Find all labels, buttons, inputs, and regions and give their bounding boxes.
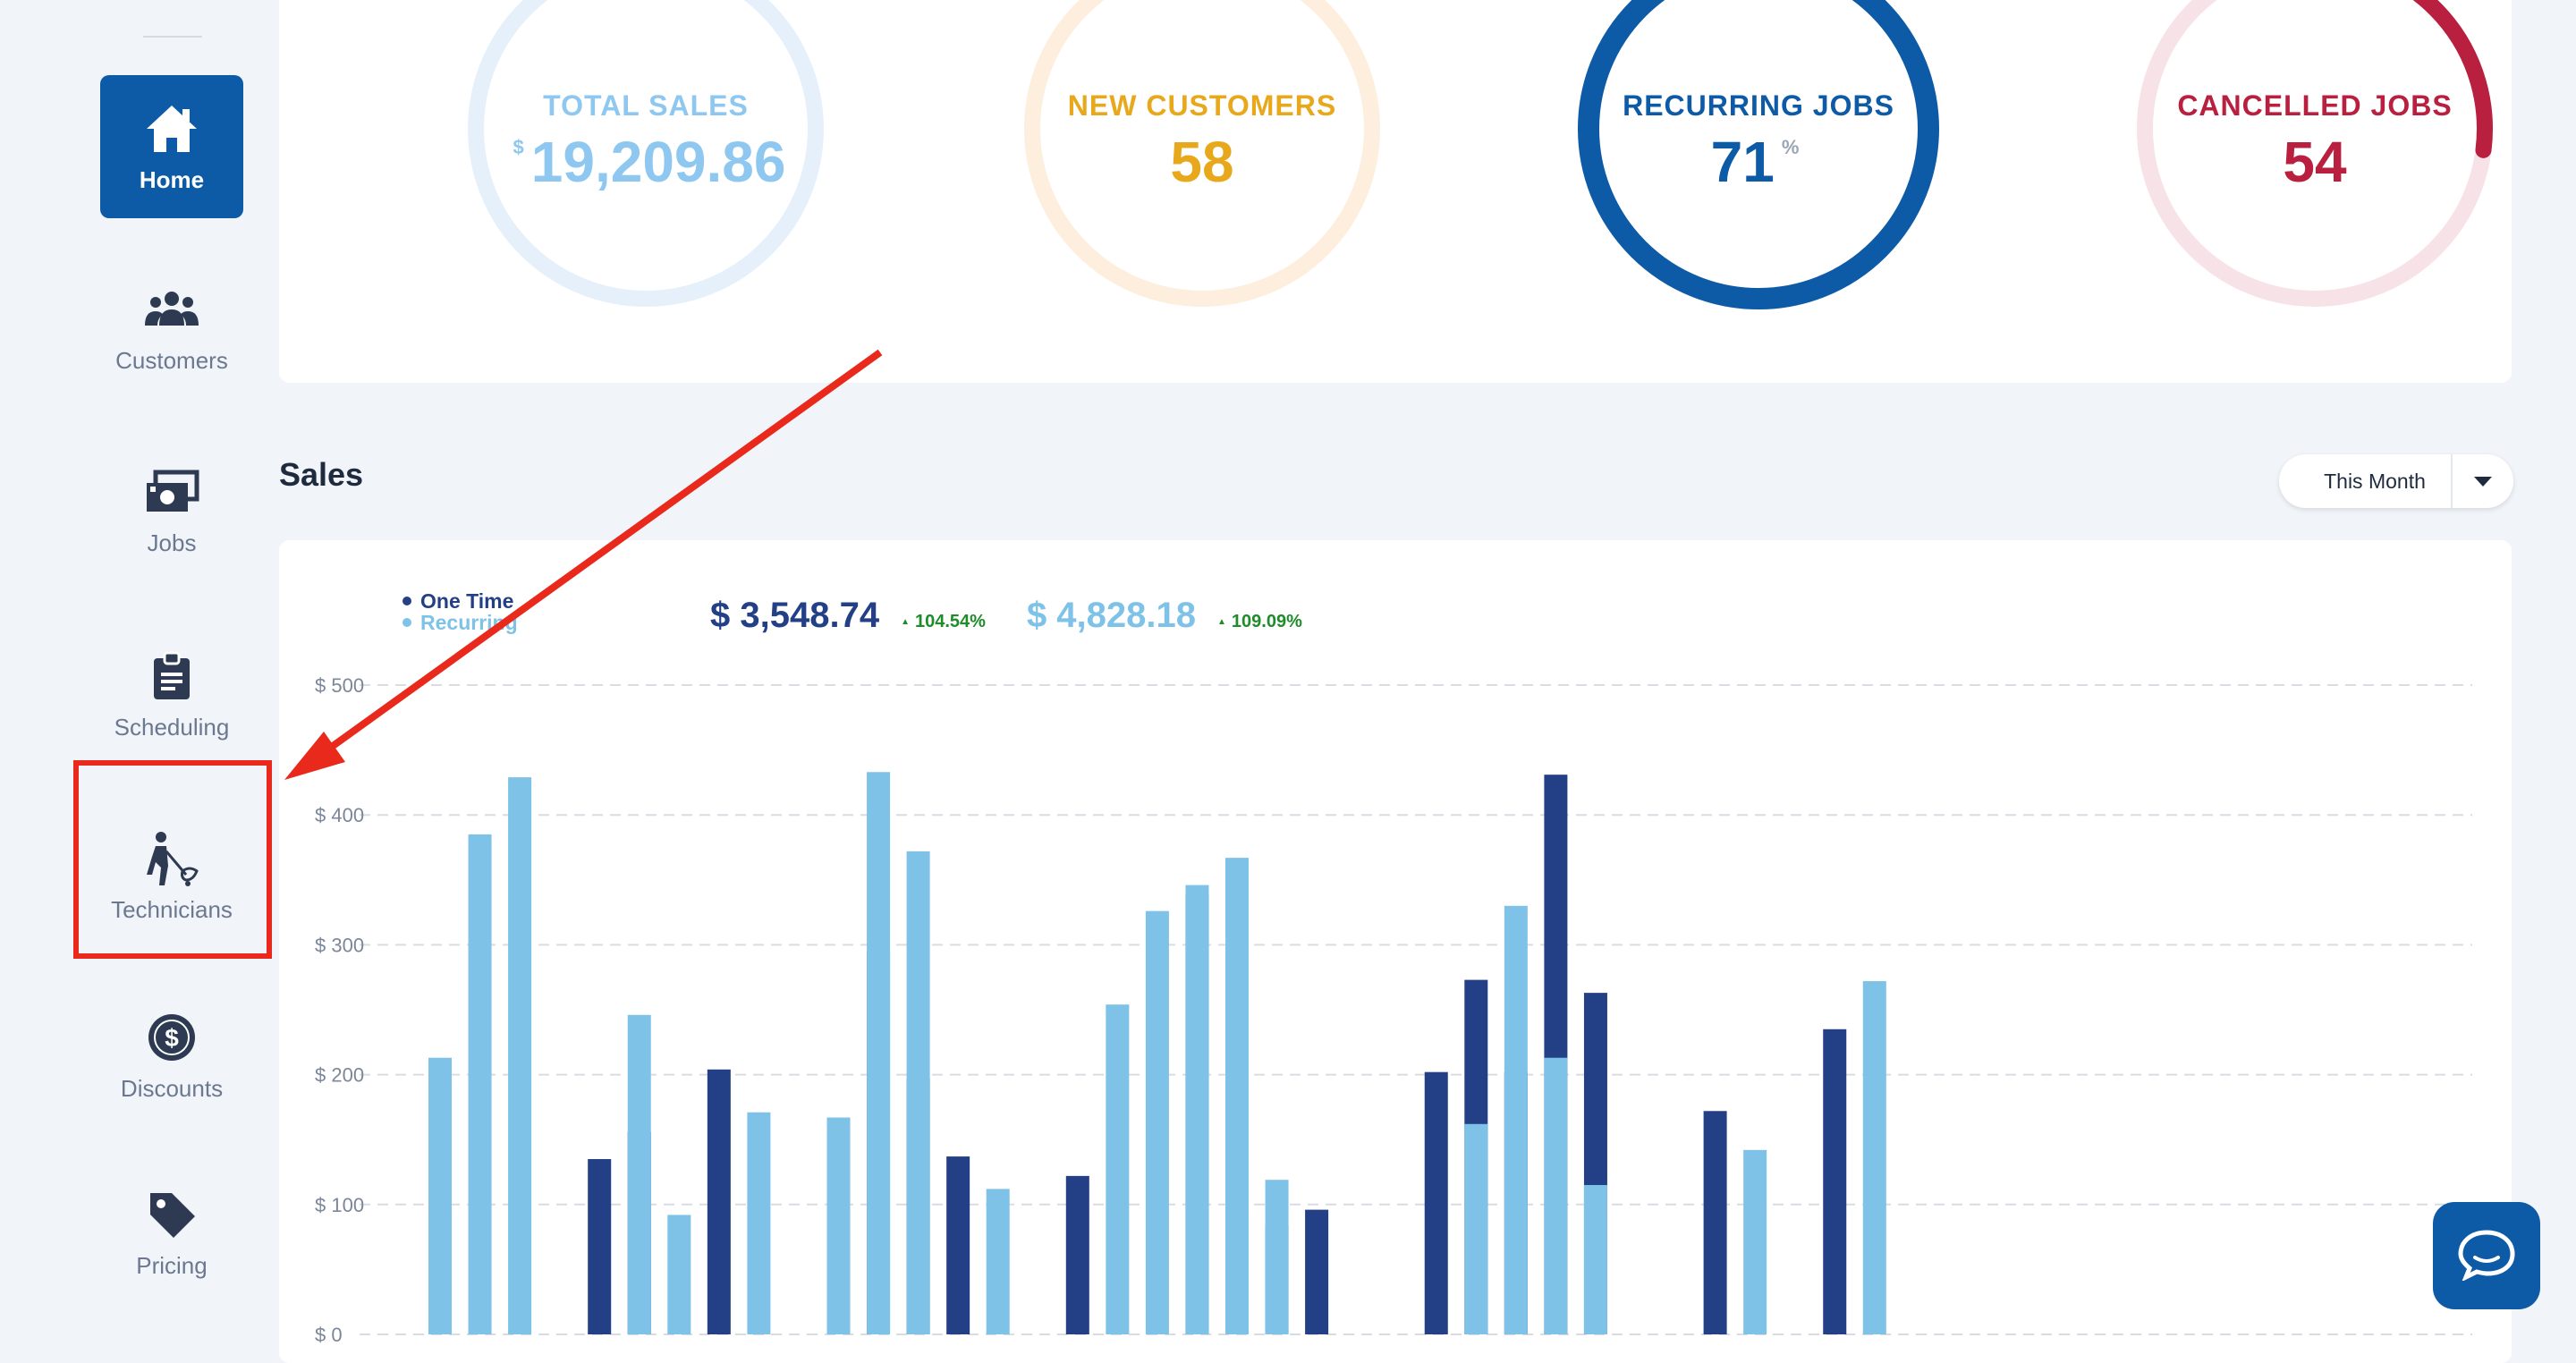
sidebar-item-customers[interactable]: Customers — [100, 256, 243, 399]
sidebar-item-label: Customers — [115, 346, 228, 374]
stat-value: 54 — [2127, 129, 2503, 195]
stat-number: 19,209.86 — [530, 130, 786, 194]
legend-dot — [402, 618, 411, 627]
bar-one-time[interactable] — [707, 1069, 731, 1334]
stat-cancelled-jobs: CANCELLED JOBS 54 — [2127, 0, 2503, 317]
stat-value: $19,209.86 — [458, 129, 834, 195]
clipboard-icon — [143, 648, 200, 705]
bar-recurring[interactable] — [627, 1014, 651, 1334]
users-icon — [143, 281, 200, 338]
bar-recurring[interactable] — [667, 1215, 691, 1334]
sales-totals: $ 3,548.74 104.54% $ 4,828.18 109.09% — [710, 596, 1343, 636]
y-tick-label: $ 400 — [315, 804, 364, 826]
bar-recurring[interactable] — [826, 1117, 851, 1334]
bar-recurring[interactable] — [428, 1057, 452, 1334]
stat-total-sales: TOTAL SALES $19,209.86 — [458, 0, 834, 317]
sales-chart-card: $ 0 $ 100 $ 200 $ 300 $ 400 $ 500 One Time Re… — [279, 540, 2512, 1363]
stat-value: 71% — [1571, 129, 1946, 195]
bar-one-time[interactable] — [1424, 1071, 1448, 1334]
period-select-value: This Month — [2324, 469, 2426, 493]
sidebar-item-jobs[interactable]: Jobs — [100, 438, 243, 581]
stat-recurring-jobs: RECURRING JOBS 71% — [1571, 0, 1946, 317]
bar-one-time[interactable] — [1305, 1209, 1329, 1334]
sidebar-item-home[interactable]: Home — [100, 75, 243, 218]
bar-recurring[interactable] — [468, 834, 492, 1334]
bar-recurring[interactable] — [986, 1189, 1010, 1334]
bar-recurring[interactable] — [508, 777, 532, 1334]
recurring-total: $ 4,828.18 — [1026, 596, 1196, 635]
bar-recurring[interactable] — [1225, 858, 1249, 1334]
bar-recurring[interactable] — [1464, 1123, 1488, 1334]
stat-label: NEW CUSTOMERS — [1067, 89, 1337, 122]
legend-item-recurring: Recurring — [402, 608, 518, 637]
period-select[interactable]: This Month — [2279, 454, 2513, 508]
bar-one-time[interactable] — [1065, 1175, 1089, 1334]
stats-card: TOTAL SALES $19,209.86 NEW CUSTOMERS 58 … — [279, 0, 2512, 383]
bar-recurring[interactable] — [1106, 1004, 1130, 1334]
bar-recurring[interactable] — [1504, 905, 1528, 1334]
bar-recurring[interactable] — [906, 851, 930, 1334]
technicians-highlight-box — [73, 760, 272, 959]
sidebar-item-pricing[interactable]: Pricing — [100, 1161, 243, 1304]
sidebar-item-label: Home — [139, 165, 205, 193]
stat-prefix: $ — [513, 136, 524, 158]
stat-suffix: % — [1781, 136, 1800, 158]
legend-dot — [402, 597, 411, 605]
chart-legend: One Time Recurring — [402, 587, 518, 637]
svg-text:$: $ — [165, 1024, 179, 1052]
home-icon — [143, 100, 200, 157]
bar-recurring[interactable] — [1862, 981, 1886, 1334]
sales-section-title: Sales — [279, 456, 364, 493]
bar-recurring[interactable] — [747, 1112, 771, 1334]
tag-icon — [143, 1186, 200, 1243]
stat-label: RECURRING JOBS — [1623, 89, 1894, 122]
sidebar-item-label: Jobs — [147, 529, 197, 556]
bar-recurring[interactable] — [1544, 1057, 1568, 1334]
chat-launcher-button[interactable] — [2433, 1202, 2540, 1309]
y-tick-label: $ 0 — [315, 1324, 343, 1346]
stat-label: CANCELLED JOBS — [2177, 89, 2453, 122]
legend-label: Recurring — [420, 611, 518, 634]
bar-recurring[interactable] — [1583, 1185, 1607, 1334]
chat-bubble-icon — [2457, 1227, 2516, 1285]
chevron-down-icon[interactable] — [2453, 476, 2513, 487]
bar-one-time[interactable] — [1823, 1029, 1847, 1334]
sidebar-item-label: Scheduling — [114, 713, 230, 741]
sidebar-item-discounts[interactable]: $ Discounts — [100, 984, 243, 1127]
stat-number: 58 — [1170, 130, 1234, 194]
bar-recurring[interactable] — [1265, 1180, 1289, 1334]
bar-recurring[interactable] — [1145, 910, 1169, 1334]
sidebar-item-label: Pricing — [136, 1251, 208, 1279]
stat-label: TOTAL SALES — [543, 89, 749, 122]
one-time-total: $ 3,548.74 — [710, 596, 880, 635]
one-time-change: 104.54% — [901, 612, 986, 632]
stat-value: 58 — [1014, 129, 1390, 195]
y-tick-label: $ 500 — [315, 674, 364, 697]
sidebar-divider — [143, 36, 202, 38]
y-tick-label: $ 200 — [315, 1064, 364, 1087]
bar-recurring[interactable] — [867, 772, 891, 1334]
sidebar-item-scheduling[interactable]: Scheduling — [100, 622, 243, 766]
dollar-circle-icon: $ — [143, 1009, 200, 1066]
stat-new-customers: NEW CUSTOMERS 58 — [1014, 0, 1390, 317]
bar-one-time[interactable] — [588, 1158, 612, 1334]
bar-recurring[interactable] — [1185, 885, 1209, 1334]
sidebar-item-label: Discounts — [120, 1074, 224, 1102]
stat-number: 54 — [2283, 130, 2347, 194]
recurring-change: 109.09% — [1217, 612, 1302, 632]
y-tick-label: $ 100 — [315, 1194, 364, 1216]
bar-one-time[interactable] — [946, 1156, 970, 1334]
sales-bar-chart: $ 0 $ 100 $ 200 $ 300 $ 400 $ 500 — [315, 674, 2472, 1346]
bar-recurring[interactable] — [1743, 1149, 1767, 1334]
y-tick-label: $ 300 — [315, 934, 364, 956]
bar-one-time[interactable] — [1703, 1111, 1727, 1334]
money-stack-icon — [143, 463, 200, 521]
stat-number: 71 — [1710, 130, 1775, 194]
sidebar: Home Customers Jobs Scheduling Technicia… — [0, 0, 274, 1340]
